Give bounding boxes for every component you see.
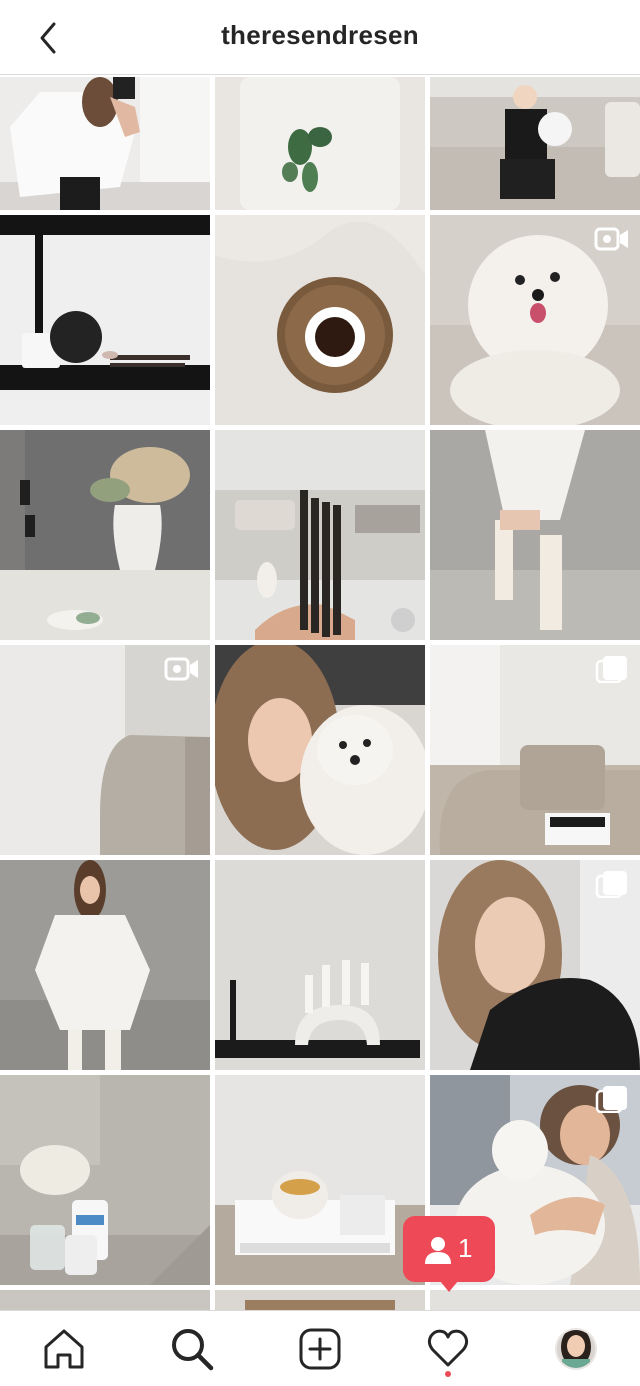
grid-photo[interactable] (0, 430, 210, 640)
grid-photo[interactable] (0, 77, 210, 210)
grid-photo[interactable] (215, 1290, 425, 1310)
photo-woman-mirror-selfie (0, 77, 210, 210)
photo-woman-knit-dress (0, 860, 210, 1070)
header-bar: theresendresen (0, 0, 640, 75)
photo-pampas-vase (0, 430, 210, 640)
grid-photo[interactable] (215, 215, 425, 425)
photo-bowl-magazines (215, 1075, 425, 1285)
photo-partial (0, 1290, 210, 1310)
grid-photo[interactable] (430, 1290, 640, 1310)
video-icon (164, 657, 198, 681)
photo-flowers-cerave (0, 1075, 210, 1285)
photo-woman-with-dog (215, 645, 425, 855)
carousel-icon (595, 871, 627, 898)
grid-photo[interactable] (215, 860, 425, 1070)
grid-photo[interactable] (430, 645, 640, 855)
home-icon (44, 1329, 84, 1369)
grid-photo[interactable] (430, 77, 640, 210)
nav-home[interactable] (40, 1325, 88, 1373)
page-title: theresendresen (221, 20, 419, 50)
grid-photo[interactable] (430, 215, 640, 425)
grid-photo[interactable] (0, 215, 210, 425)
photo-black-shelf-vase (0, 215, 210, 425)
nav-search[interactable] (168, 1325, 216, 1373)
photo-coffee-cup (215, 215, 425, 425)
activity-notification-bubble[interactable]: 1 (403, 1216, 495, 1292)
photo-woman-boots (430, 430, 640, 640)
plus-square-icon (299, 1328, 341, 1370)
nav-profile[interactable] (552, 1325, 600, 1373)
avatar (555, 1328, 597, 1370)
activity-dot (445, 1371, 451, 1377)
grid-photo[interactable] (0, 1290, 210, 1310)
grid-photo[interactable] (0, 1075, 210, 1285)
person-icon (425, 1237, 451, 1264)
photo-candle-holder (215, 860, 425, 1070)
photo-toddler-sofa (430, 77, 640, 210)
video-icon (594, 227, 628, 251)
carousel-icon (595, 1086, 627, 1113)
heart-icon (427, 1329, 469, 1367)
grid-photo[interactable] (430, 860, 640, 1070)
grid-photo[interactable] (215, 77, 425, 210)
photo-partial (215, 1290, 425, 1310)
photo-brushes-livingroom (215, 430, 425, 640)
nav-activity[interactable] (424, 1325, 472, 1377)
grid-photo[interactable] (430, 430, 640, 640)
photo-eucalyptus-pillow (215, 77, 425, 210)
grid-photo[interactable] (0, 645, 210, 855)
grid-photo[interactable] (215, 1075, 425, 1285)
grid-photo[interactable] (215, 645, 425, 855)
grid-photo[interactable] (215, 430, 425, 640)
bottom-nav (0, 1310, 640, 1386)
photo-grid (0, 77, 640, 1310)
nav-new-post[interactable] (296, 1325, 344, 1373)
notification-count: 1 (458, 1233, 473, 1263)
grid-photo[interactable] (0, 860, 210, 1070)
photo-partial (430, 1290, 640, 1310)
carousel-icon (595, 656, 627, 683)
search-icon (172, 1329, 214, 1371)
